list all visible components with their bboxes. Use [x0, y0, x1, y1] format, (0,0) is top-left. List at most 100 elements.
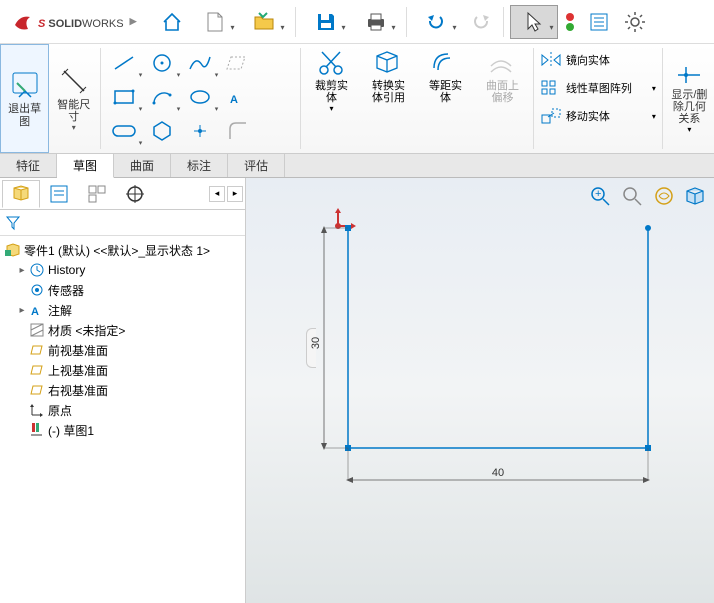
dimension-icon	[58, 65, 90, 97]
tab-sketch[interactable]: 草图	[57, 154, 114, 178]
options-panel-button[interactable]	[582, 5, 616, 39]
origin-icon	[30, 403, 44, 417]
feature-tree-tab[interactable]	[2, 180, 40, 208]
sketch-geometry: 30 40	[286, 218, 706, 598]
new-file-icon	[204, 11, 226, 33]
view-orient-icon	[653, 185, 675, 207]
tree-annotations[interactable]: ▸A 注解	[0, 300, 245, 320]
display-relations-button[interactable]: 显示/删 除几何 关系▾	[665, 44, 714, 153]
property-icon	[49, 184, 69, 204]
plane-tool[interactable]	[219, 46, 257, 80]
tab-evaluate[interactable]: 评估	[228, 154, 285, 177]
home-button[interactable]	[155, 5, 189, 39]
plane-icon	[30, 343, 44, 357]
redo-icon	[469, 13, 491, 31]
undo-button[interactable]: ▾	[413, 5, 461, 39]
line-tool[interactable]: ▾	[105, 46, 143, 80]
arc-icon	[151, 87, 173, 107]
dimxpert-tab[interactable]	[116, 180, 154, 208]
tab-annotate[interactable]: 标注	[171, 154, 228, 177]
mirror-button[interactable]: 镜向实体	[538, 46, 658, 74]
panel-prev[interactable]: ◂	[209, 186, 225, 202]
text-tool[interactable]: A	[219, 80, 257, 114]
cursor-icon	[525, 11, 543, 33]
config-tab[interactable]	[78, 180, 116, 208]
slot-tool[interactable]: ▾	[105, 114, 143, 148]
arc-tool[interactable]: ▾	[143, 80, 181, 114]
mirror-icon	[540, 51, 562, 69]
convert-icon	[373, 48, 403, 78]
tree-history[interactable]: ▸ History	[0, 260, 245, 280]
open-button[interactable]: ▾	[241, 5, 289, 39]
convert-button[interactable]: 转换实 体引用	[360, 44, 417, 153]
print-button[interactable]: ▾	[352, 5, 400, 39]
zoom-fit-button[interactable]: +	[586, 182, 614, 210]
spline-tool[interactable]: ▾	[181, 46, 219, 80]
pattern-button[interactable]: 线性草图阵列▾	[538, 74, 658, 102]
solidworks-logo-icon	[12, 11, 34, 33]
point-icon	[192, 123, 208, 139]
property-tab[interactable]	[40, 180, 78, 208]
slot-icon	[111, 123, 137, 139]
rectangle-tool[interactable]: ▾	[105, 80, 143, 114]
sketch-tools-grid: ▾ ▾ ▾ ▾ ▾ ▾ A ▾	[103, 44, 298, 153]
save-button[interactable]: ▾	[302, 5, 350, 39]
redo-button[interactable]	[463, 5, 497, 39]
surface-offset-button: 曲面上 偏移	[474, 44, 531, 153]
point-tool[interactable]	[181, 114, 219, 148]
open-folder-icon	[253, 11, 277, 33]
tree-sensors[interactable]: 传感器	[0, 280, 245, 300]
display-style-button[interactable]	[682, 182, 710, 210]
filter-button[interactable]	[4, 214, 22, 232]
tab-surfaces[interactable]: 曲面	[114, 154, 171, 177]
line-icon	[112, 54, 136, 72]
tree-material[interactable]: 材质 <未指定>	[0, 320, 245, 340]
history-icon	[30, 263, 44, 277]
graphics-area[interactable]: + 30	[246, 178, 714, 603]
exit-sketch-button[interactable]: 退出草 图	[0, 44, 49, 153]
ellipse-icon	[188, 88, 212, 106]
settings-button[interactable]	[618, 5, 652, 39]
save-icon	[315, 11, 337, 33]
zoom-area-button[interactable]	[618, 182, 646, 210]
annotation-icon: A	[30, 303, 44, 317]
chevron-right-icon: ▶	[130, 16, 137, 27]
feature-tree-icon	[11, 184, 31, 204]
tree-origin[interactable]: 原点	[0, 400, 245, 420]
tree-top-plane[interactable]: 上视基准面	[0, 360, 245, 380]
undo-icon	[426, 13, 448, 31]
offset-button[interactable]: 等距实 体	[417, 44, 474, 153]
display-style-icon	[684, 185, 708, 207]
surface-offset-icon	[487, 48, 517, 78]
list-icon	[589, 12, 609, 32]
polygon-tool[interactable]	[143, 114, 181, 148]
tab-features[interactable]: 特征	[0, 154, 57, 177]
pattern-icon	[540, 79, 562, 97]
zoom-area-icon	[621, 185, 643, 207]
smart-dimension-button[interactable]: 智能尺 寸 ▾	[49, 44, 98, 153]
target-icon	[125, 184, 145, 204]
new-button[interactable]: ▾	[191, 5, 239, 39]
svg-text:A: A	[230, 94, 238, 106]
view-orient-button[interactable]	[650, 182, 678, 210]
panel-next[interactable]: ▸	[227, 186, 243, 202]
circle-tool[interactable]: ▾	[143, 46, 181, 80]
traffic-lights-icon	[566, 13, 574, 31]
tree-root[interactable]: 零件1 (默认) <<默认>_显示状态 1>	[0, 240, 245, 260]
tree-right-plane[interactable]: 右视基准面	[0, 380, 245, 400]
ellipse-tool[interactable]: ▾	[181, 80, 219, 114]
circle-icon	[151, 52, 173, 74]
plane-icon	[227, 53, 249, 73]
trim-button[interactable]: 裁剪实 体▾	[303, 44, 360, 153]
funnel-icon	[5, 215, 21, 231]
select-button[interactable]: ▾	[510, 5, 558, 39]
relations-icon	[674, 63, 704, 87]
polygon-icon	[151, 120, 173, 142]
sensor-icon	[30, 283, 44, 297]
svg-text:30: 30	[310, 337, 322, 349]
sketch-icon	[30, 423, 44, 437]
fillet-tool[interactable]	[219, 114, 257, 148]
tree-front-plane[interactable]: 前视基准面	[0, 340, 245, 360]
move-button[interactable]: 移动实体▾	[538, 102, 658, 130]
tree-sketch1[interactable]: (-) 草图1	[0, 420, 245, 440]
